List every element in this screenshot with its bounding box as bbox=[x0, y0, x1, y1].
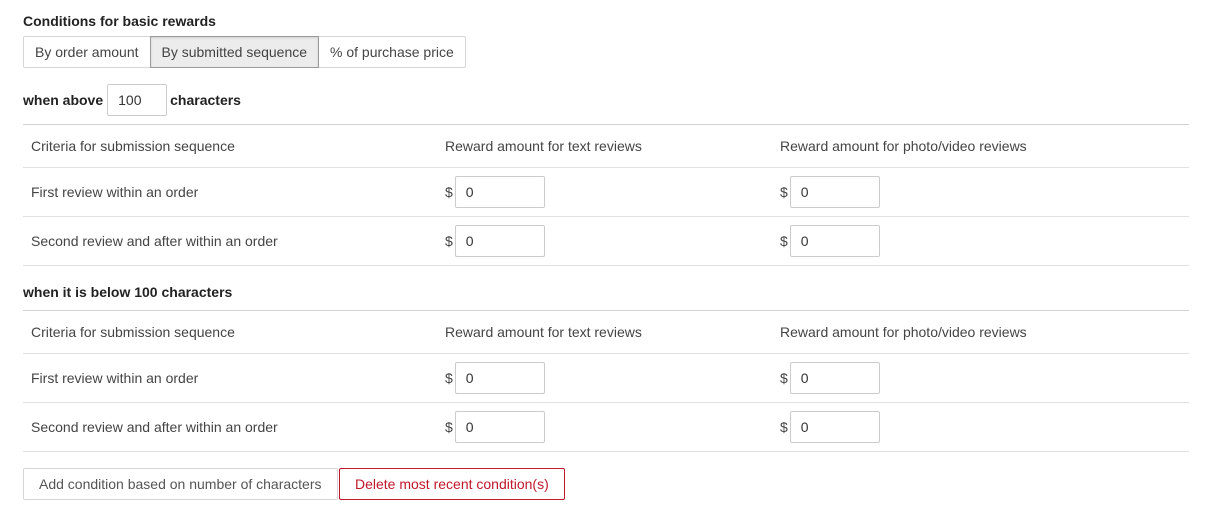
media-reward-cell: $ bbox=[772, 402, 1189, 452]
column-header-media-reward: Reward amount for photo/video reviews bbox=[772, 124, 1189, 168]
delete-recent-condition-button[interactable]: Delete most recent condition(s) bbox=[339, 468, 565, 500]
currency-symbol: $ bbox=[780, 370, 788, 386]
column-header-criteria: Criteria for submission sequence bbox=[23, 310, 437, 354]
row-criteria-label: Second review and after within an order bbox=[23, 216, 437, 266]
section-title: Conditions for basic rewards bbox=[23, 13, 216, 29]
media-reward-cell: $ bbox=[772, 353, 1189, 403]
media-reward-cell: $ bbox=[772, 216, 1189, 266]
currency-symbol: $ bbox=[445, 419, 453, 435]
column-header-media-reward: Reward amount for photo/video reviews bbox=[772, 310, 1189, 354]
currency-symbol: $ bbox=[445, 233, 453, 249]
table-row: Second review and after within an order … bbox=[23, 402, 1189, 452]
text-reward-cell: $ bbox=[437, 353, 772, 403]
text-reward-cell: $ bbox=[437, 167, 772, 217]
media-reward-input[interactable] bbox=[789, 225, 880, 257]
media-reward-cell: $ bbox=[772, 167, 1189, 217]
reward-mode-tabs: By order amount By submitted sequence % … bbox=[23, 36, 466, 68]
threshold-suffix-label: characters bbox=[170, 92, 241, 108]
tab-by-submitted-sequence[interactable]: By submitted sequence bbox=[149, 36, 320, 68]
currency-symbol: $ bbox=[780, 233, 788, 249]
currency-symbol: $ bbox=[780, 419, 788, 435]
column-header-text-reward: Reward amount for text reviews bbox=[437, 310, 772, 354]
tab-percent-of-purchase-price[interactable]: % of purchase price bbox=[318, 36, 466, 68]
media-reward-input[interactable] bbox=[789, 176, 880, 208]
character-threshold-input[interactable] bbox=[107, 84, 168, 116]
text-reward-input[interactable] bbox=[454, 411, 545, 443]
text-reward-input[interactable] bbox=[454, 225, 545, 257]
tab-by-order-amount[interactable]: By order amount bbox=[23, 36, 151, 68]
table-row: First review within an order $ $ bbox=[23, 167, 1189, 217]
currency-symbol: $ bbox=[445, 370, 453, 386]
text-reward-input[interactable] bbox=[454, 362, 545, 394]
below-threshold-reward-table: Criteria for submission sequence Reward … bbox=[23, 310, 1189, 452]
currency-symbol: $ bbox=[780, 184, 788, 200]
table-row: First review within an order $ $ bbox=[23, 353, 1189, 403]
character-threshold-row: when above characters bbox=[23, 84, 241, 116]
column-header-criteria: Criteria for submission sequence bbox=[23, 124, 437, 168]
add-character-condition-button[interactable]: Add condition based on number of charact… bbox=[23, 468, 338, 500]
media-reward-input[interactable] bbox=[789, 362, 880, 394]
column-header-text-reward: Reward amount for text reviews bbox=[437, 124, 772, 168]
text-reward-input[interactable] bbox=[454, 176, 545, 208]
currency-symbol: $ bbox=[445, 184, 453, 200]
table-row: Second review and after within an order … bbox=[23, 216, 1189, 266]
text-reward-cell: $ bbox=[437, 216, 772, 266]
table-header-row: Criteria for submission sequence Reward … bbox=[23, 124, 1189, 168]
table-header-row: Criteria for submission sequence Reward … bbox=[23, 310, 1189, 354]
row-criteria-label: First review within an order bbox=[23, 353, 437, 403]
media-reward-input[interactable] bbox=[789, 411, 880, 443]
row-criteria-label: First review within an order bbox=[23, 167, 437, 217]
above-threshold-reward-table: Criteria for submission sequence Reward … bbox=[23, 124, 1189, 266]
below-threshold-title: when it is below 100 characters bbox=[23, 284, 233, 300]
threshold-prefix-label: when above bbox=[23, 92, 104, 108]
row-criteria-label: Second review and after within an order bbox=[23, 402, 437, 452]
text-reward-cell: $ bbox=[437, 402, 772, 452]
